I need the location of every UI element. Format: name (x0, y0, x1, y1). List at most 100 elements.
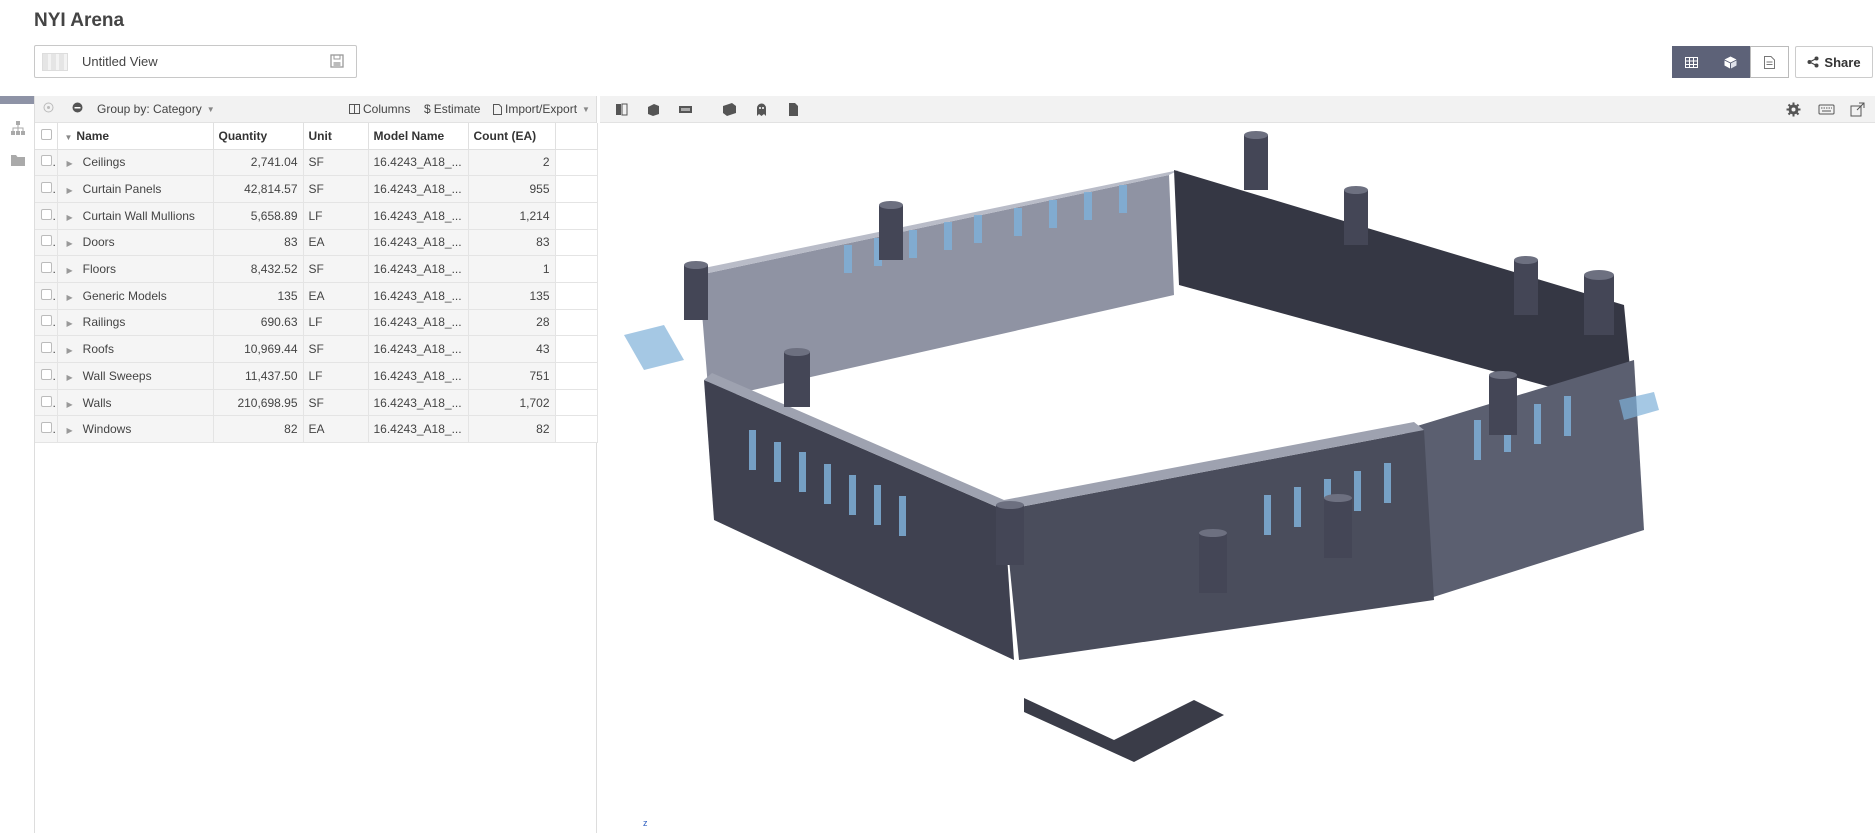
row-checkbox[interactable] (41, 288, 52, 300)
cell-name[interactable]: ▶ Windows (57, 415, 214, 444)
table-row[interactable]: ▶ Wall Sweeps 11,437.50 LF 16.4243_A18_... 75… (35, 362, 598, 390)
cell-name[interactable]: ▶ Doors (57, 229, 214, 257)
row-checkbox[interactable] (41, 342, 52, 354)
model-viewer[interactable]: z (600, 96, 1875, 833)
save-icon[interactable] (330, 54, 344, 68)
document-view-button[interactable] (1750, 46, 1789, 78)
share-icon (1807, 56, 1819, 68)
cell-quantity: 11,437.50 (213, 362, 304, 390)
clipping-box-icon[interactable] (678, 102, 693, 117)
section-icon[interactable] (614, 102, 629, 117)
expand-arrow-icon[interactable]: ▶ (67, 266, 73, 275)
grid-view-button[interactable] (1672, 46, 1711, 78)
column-header-name[interactable]: ▼ Name (57, 123, 214, 150)
cell-name[interactable]: ▶ Floors (57, 255, 214, 283)
keyboard-icon[interactable] (1818, 102, 1835, 117)
expand-arrow-icon[interactable]: ▶ (67, 186, 73, 195)
cell-filler (555, 282, 598, 310)
popout-icon[interactable] (1850, 102, 1865, 117)
row-select-cell[interactable] (35, 149, 58, 177)
row-select-cell[interactable] (35, 175, 58, 203)
table-row[interactable]: ▶ Roofs 10,969.44 SF 16.4243_A18_... 43 (35, 335, 598, 363)
row-select-cell[interactable] (35, 309, 58, 337)
view-name-field[interactable] (34, 45, 357, 78)
row-checkbox[interactable] (41, 155, 52, 167)
columns-button[interactable]: Columns (349, 102, 410, 116)
ghost-icon[interactable] (754, 102, 769, 117)
column-header-model-name[interactable]: Model Name (368, 123, 469, 150)
settings-gear-icon[interactable] (1786, 102, 1801, 117)
row-checkbox[interactable] (41, 395, 52, 407)
share-button[interactable]: Share (1795, 46, 1873, 78)
table-row[interactable]: ▶ Doors 83 EA 16.4243_A18_... 83 (35, 229, 598, 257)
hierarchy-icon[interactable] (10, 120, 26, 136)
sheet-icon[interactable] (786, 102, 801, 117)
model-east-wall-front (1404, 360, 1644, 600)
expand-arrow-icon[interactable]: ▶ (67, 426, 73, 435)
table-row[interactable]: ▶ Floors 8,432.52 SF 16.4243_A18_... 1 (35, 255, 598, 283)
expand-arrow-icon[interactable]: ▶ (67, 319, 73, 328)
cell-name[interactable]: ▶ Wall Sweeps (57, 362, 214, 390)
estimate-button[interactable]: $ Estimate (424, 102, 480, 116)
cell-count: 2 (468, 149, 556, 177)
select-all-cell[interactable] (35, 123, 58, 150)
collapse-all-icon[interactable] (72, 102, 83, 113)
building-3d-model[interactable] (624, 130, 1874, 810)
import-export-dropdown[interactable]: Import/Export ▼ (493, 102, 590, 116)
row-checkbox[interactable] (41, 315, 52, 327)
row-checkbox[interactable] (41, 182, 52, 194)
cell-name[interactable]: ▶ Curtain Panels (57, 175, 214, 203)
cell-name[interactable]: ▶ Roofs (57, 335, 214, 363)
column-header-quantity[interactable]: Quantity (213, 123, 304, 150)
row-checkbox[interactable] (41, 262, 52, 274)
column-header-count[interactable]: Count (EA) (468, 123, 556, 150)
table-row[interactable]: ▶ Curtain Wall Mullions 5,658.89 LF 16.4243_… (35, 202, 598, 230)
row-checkbox[interactable] (41, 422, 52, 434)
expand-arrow-icon[interactable]: ▶ (67, 293, 73, 302)
category-name: Curtain Panels (82, 182, 162, 197)
select-all-checkbox[interactable] (41, 128, 52, 140)
cell-unit: SF (303, 335, 369, 363)
layers-icon[interactable] (722, 102, 737, 117)
row-select-cell[interactable] (35, 389, 58, 417)
expand-arrow-icon[interactable]: ▶ (67, 159, 73, 168)
row-select-cell[interactable] (35, 202, 58, 230)
model-view-button[interactable] (1711, 46, 1750, 78)
cell-name[interactable]: ▶ Generic Models (57, 282, 214, 310)
expand-arrow-icon[interactable]: ▶ (67, 213, 73, 222)
expand-arrow-icon[interactable]: ▶ (67, 239, 73, 248)
row-select-cell[interactable] (35, 255, 58, 283)
group-by-dropdown[interactable]: Group by: Category ▼ (97, 102, 215, 116)
table-row[interactable]: ▶ Railings 690.63 LF 16.4243_A18_... 28 (35, 309, 598, 337)
table-row[interactable]: ▶ Walls 210,698.95 SF 16.4243_A18_... 1,702 (35, 389, 598, 417)
cell-name[interactable]: ▶ Railings (57, 309, 214, 337)
column-header-unit[interactable]: Unit (303, 123, 369, 150)
row-select-cell[interactable] (35, 282, 58, 310)
row-checkbox[interactable] (41, 235, 52, 247)
row-select-cell[interactable] (35, 335, 58, 363)
row-select-cell[interactable] (35, 229, 58, 257)
cell-quantity: 210,698.95 (213, 389, 304, 417)
row-select-cell[interactable] (35, 362, 58, 390)
table-row[interactable]: ▶ Generic Models 135 EA 16.4243_A18_... 135 (35, 282, 598, 310)
cube-section-icon[interactable] (646, 102, 661, 117)
row-checkbox[interactable] (41, 368, 52, 380)
rail-active-indicator (0, 96, 34, 104)
cell-name[interactable]: ▶ Walls (57, 389, 214, 417)
view-name-input[interactable] (82, 54, 322, 69)
table-row[interactable]: ▶ Ceilings 2,741.04 SF 16.4243_A18_... 2 (35, 149, 598, 177)
expand-arrow-icon[interactable]: ▶ (67, 346, 73, 355)
expand-arrow-icon[interactable]: ▶ (67, 373, 73, 382)
table-row[interactable]: ▶ Windows 82 EA 16.4243_A18_... 82 (35, 415, 598, 444)
row-select-cell[interactable] (35, 415, 58, 444)
row-checkbox[interactable] (41, 208, 52, 220)
viewer-toolbar (600, 96, 1875, 123)
cell-name[interactable]: ▶ Curtain Wall Mullions (57, 202, 214, 230)
cell-name[interactable]: ▶ Ceilings (57, 149, 214, 177)
settings-dot-icon[interactable] (43, 102, 54, 113)
table-row[interactable]: ▶ Curtain Panels 42,814.57 SF 16.4243_A18_..… (35, 175, 598, 203)
folder-icon[interactable] (10, 152, 26, 168)
category-name: Floors (82, 262, 116, 277)
view-thumbnail-icon (42, 52, 68, 71)
expand-arrow-icon[interactable]: ▶ (67, 400, 73, 409)
